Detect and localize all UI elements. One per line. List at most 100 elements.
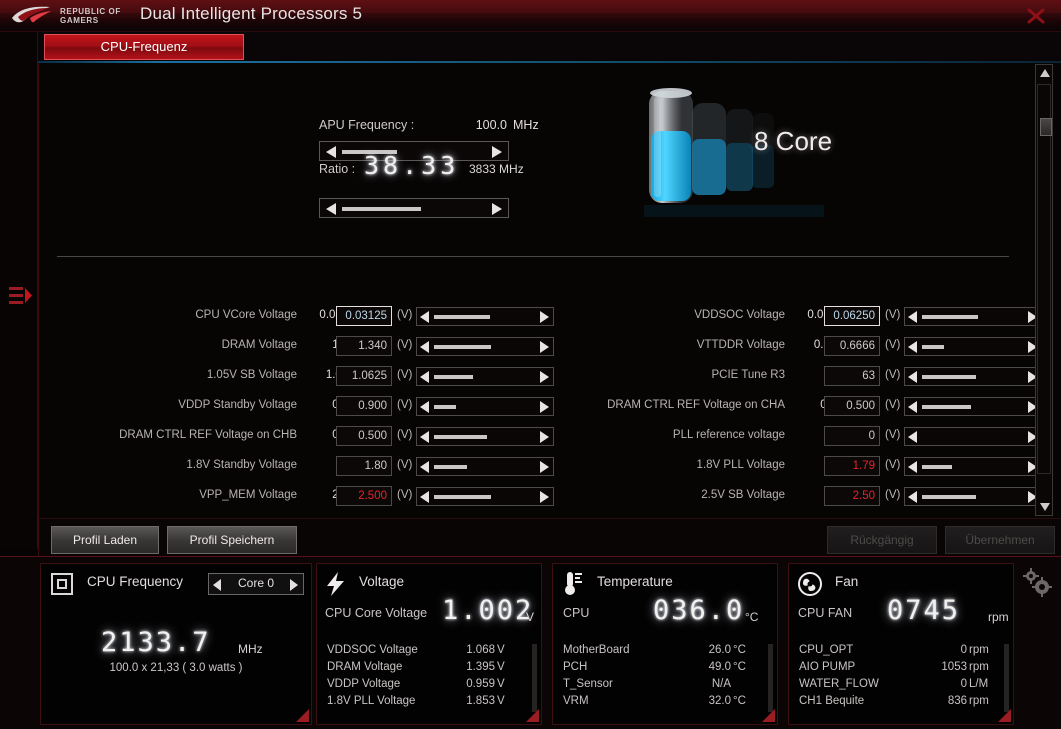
fan-list-scrollbar[interactable]	[1004, 644, 1009, 712]
slider-right-arrow-icon[interactable]	[540, 341, 550, 353]
slider-left-arrow-icon[interactable]	[420, 371, 430, 383]
core-next-arrow-icon[interactable]	[290, 579, 299, 591]
slider-left-arrow-icon[interactable]	[908, 371, 918, 383]
voltage-slider[interactable]	[904, 397, 1042, 416]
list-item-unit: rpm	[969, 695, 989, 707]
voltage-title: Voltage	[359, 574, 405, 589]
slider-left-arrow-icon[interactable]	[420, 431, 430, 443]
voltage-input-value: 1.0625	[351, 370, 387, 382]
apu-frequency-row: APU Frequency : 100.0 MHz	[319, 118, 554, 136]
voltage-slider-fill	[922, 495, 976, 499]
voltage-list-scrollbar[interactable]	[532, 644, 537, 712]
scroll-down-arrow-icon[interactable]	[1039, 502, 1051, 512]
slider-right-arrow-icon[interactable]	[540, 401, 550, 413]
voltage-input[interactable]: 1.0625	[336, 366, 392, 386]
slider-left-arrow-icon[interactable]	[420, 341, 430, 353]
voltage-slider[interactable]	[904, 337, 1042, 356]
slider-left-arrow-icon[interactable]	[908, 491, 918, 503]
voltage-slider[interactable]	[904, 487, 1042, 506]
close-icon[interactable]	[1019, 4, 1053, 28]
voltage-input-value: 1.79	[852, 460, 875, 472]
voltage-slider[interactable]	[416, 427, 554, 446]
slider-left-arrow-icon[interactable]	[908, 431, 918, 443]
voltage-slider[interactable]	[416, 397, 554, 416]
voltage-row-label: 1.8V Standby Voltage	[186, 459, 297, 471]
voltage-input[interactable]: 0.6666	[824, 336, 880, 356]
list-item-label: VDDSOC Voltage	[327, 644, 418, 656]
slider-right-arrow-icon[interactable]	[540, 431, 550, 443]
slider-left-arrow-icon[interactable]	[420, 491, 430, 503]
menu-expand-icon[interactable]	[9, 282, 33, 310]
voltage-input[interactable]: 0.500	[336, 426, 392, 446]
voltage-input[interactable]: 0	[824, 426, 880, 446]
fan-list: CPU_OPT 0 rpm AIO PUMP 1053 rpm WATER_FLOW 0 L/M…	[799, 644, 997, 712]
voltage-input-value: 0.500	[358, 430, 387, 442]
voltage-row: VDDSOC Voltage0.062500.06250(V)	[587, 306, 1047, 328]
voltage-slider[interactable]	[904, 427, 1042, 446]
voltage-input[interactable]: 0.06250	[824, 306, 880, 326]
list-item-unit: °C	[733, 695, 746, 707]
slider-right-arrow-icon[interactable]	[540, 461, 550, 473]
slider-left-arrow-icon[interactable]	[325, 145, 337, 159]
voltage-input[interactable]: 2.500	[336, 486, 392, 506]
monitor-card-cpu-frequency: CPU Frequency Core 0 2133.7 MHz 100.0 x …	[40, 563, 312, 725]
slider-left-arrow-icon[interactable]	[420, 401, 430, 413]
slider-left-arrow-icon[interactable]	[908, 401, 918, 413]
scrollbar-track[interactable]	[1037, 84, 1052, 474]
list-item-unit: V	[497, 695, 505, 707]
voltage-input[interactable]: 0.03125	[336, 306, 392, 326]
voltage-unit: (V)	[885, 459, 901, 471]
voltage-slider[interactable]	[904, 367, 1042, 386]
main-panel: APU Frequency : 100.0 MHz Ratio : 38.33 …	[38, 63, 1061, 518]
voltage-row-label: DRAM CTRL REF Voltage on CHA	[607, 399, 785, 411]
voltage-slider[interactable]	[904, 307, 1042, 326]
slider-right-arrow-icon[interactable]	[540, 491, 550, 503]
voltage-slider[interactable]	[416, 337, 554, 356]
voltage-input[interactable]: 0.900	[336, 396, 392, 416]
main-scrollbar[interactable]	[1035, 64, 1053, 516]
apply-button[interactable]: Übernehmen	[945, 526, 1055, 554]
load-profile-button[interactable]: Profil Laden	[51, 526, 159, 554]
voltage-input[interactable]: 0.500	[824, 396, 880, 416]
voltage-input[interactable]: 1.80	[336, 456, 392, 476]
fan-title: Fan	[835, 574, 859, 589]
voltage-row: PCIE Tune R36363(V)	[587, 366, 1047, 388]
voltage-input[interactable]: 63	[824, 366, 880, 386]
slider-right-arrow-icon[interactable]	[491, 202, 503, 216]
voltage-row: 1.8V Standby Voltage1.801.80(V)	[99, 456, 559, 478]
voltage-input-value: 2.50	[852, 490, 875, 502]
slider-left-arrow-icon[interactable]	[908, 341, 918, 353]
tab-cpu-frequenz[interactable]: CPU-Frequenz	[44, 34, 244, 60]
scroll-up-arrow-icon[interactable]	[1039, 68, 1051, 78]
voltage-slider[interactable]	[416, 487, 554, 506]
slider-left-arrow-icon[interactable]	[908, 311, 918, 323]
slider-left-arrow-icon[interactable]	[420, 311, 430, 323]
core-select[interactable]: Core 0	[208, 573, 304, 595]
voltage-row-label: VDDSOC Voltage	[694, 309, 785, 321]
slider-left-arrow-icon[interactable]	[420, 461, 430, 473]
ratio-slider[interactable]	[319, 198, 509, 218]
voltage-slider[interactable]	[416, 367, 554, 386]
voltage-slider[interactable]	[904, 457, 1042, 476]
gears-icon[interactable]	[1019, 565, 1055, 601]
slider-left-arrow-icon[interactable]	[908, 461, 918, 473]
voltage-row: DRAM CTRL REF Voltage on CHA0.5000.500(V…	[587, 396, 1047, 418]
voltage-input[interactable]: 2.50	[824, 486, 880, 506]
voltage-input[interactable]: 1.340	[336, 336, 392, 356]
voltage-slider[interactable]	[416, 457, 554, 476]
voltage-row-label: DRAM Voltage	[221, 339, 297, 351]
list-item-label: MotherBoard	[563, 644, 630, 656]
voltage-slider[interactable]	[416, 307, 554, 326]
save-profile-button[interactable]: Profil Speichern	[167, 526, 297, 554]
slider-right-arrow-icon[interactable]	[540, 311, 550, 323]
voltage-input[interactable]: 1.79	[824, 456, 880, 476]
slider-left-arrow-icon[interactable]	[325, 202, 337, 216]
slider-right-arrow-icon[interactable]	[491, 145, 503, 159]
voltage-input-value: 2.500	[358, 490, 387, 502]
list-item-value: 1053	[941, 661, 967, 673]
undo-button[interactable]: Rückgängig	[827, 526, 937, 554]
scrollbar-thumb[interactable]	[1040, 118, 1052, 136]
slider-right-arrow-icon[interactable]	[540, 371, 550, 383]
temperature-list-scrollbar[interactable]	[768, 644, 773, 712]
voltage-row: PLL reference voltage00(V)	[587, 426, 1047, 448]
